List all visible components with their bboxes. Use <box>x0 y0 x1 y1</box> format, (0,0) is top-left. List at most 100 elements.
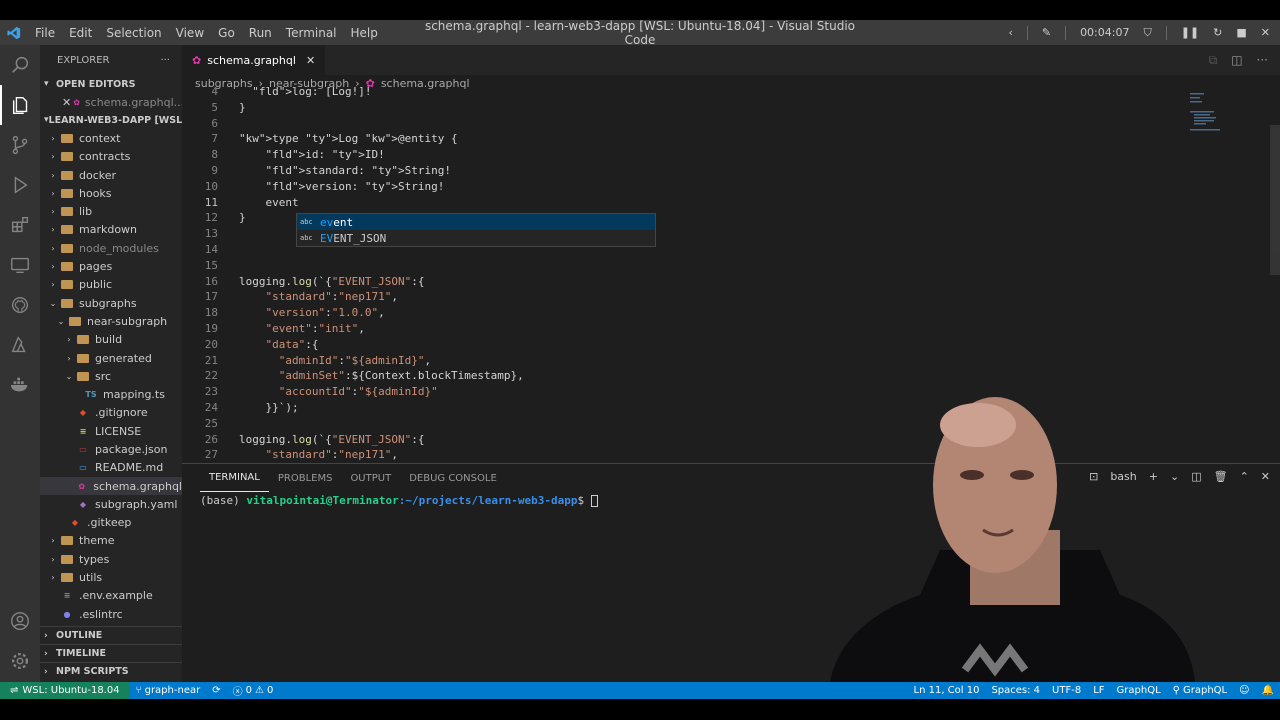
tree-item[interactable]: › build <box>40 331 182 349</box>
settings-gear-icon[interactable] <box>0 641 40 681</box>
tree-item[interactable]: › docker <box>40 166 182 184</box>
folder-shape <box>77 371 89 381</box>
vertical-scrollbar[interactable] <box>1270 125 1280 275</box>
tree-item[interactable]: ● .eslintrc <box>40 605 182 623</box>
npm-scripts-section[interactable]: › NPM SCRIPTS <box>40 662 182 680</box>
open-editors-section[interactable]: ▾ OPEN EDITORS <box>40 75 182 93</box>
suggestion-item[interactable]: abc event <box>297 214 655 230</box>
stop-icon[interactable]: ■ <box>1236 26 1246 39</box>
tree-item[interactable]: ▭ README.md <box>40 459 182 477</box>
tree-item[interactable]: › markdown <box>40 221 182 239</box>
pause-icon[interactable]: ❚❚ <box>1181 26 1199 39</box>
branch-indicator[interactable]: ⑂ graph-near <box>130 685 207 696</box>
tree-item[interactable]: › hooks <box>40 184 182 202</box>
close-panel-icon[interactable]: ✕ <box>1261 470 1270 483</box>
tree-item[interactable]: ≡ .env.example <box>40 587 182 605</box>
tree-item[interactable]: ◆ .gitignore <box>40 404 182 422</box>
extensions-icon[interactable] <box>0 205 40 245</box>
tree-item[interactable]: › types <box>40 550 182 568</box>
workspace-section[interactable]: ▾ LEARN-WEB3-DAPP [WSL: ... <box>40 111 182 129</box>
minimap[interactable] <box>1190 91 1270 151</box>
notifications-button[interactable]: 🔔 <box>1256 685 1280 696</box>
tree-item[interactable]: › theme <box>40 532 182 550</box>
suggestion-item[interactable]: abc EVENT_JSON <box>297 230 655 246</box>
language-mode[interactable]: GraphQL <box>1111 685 1167 696</box>
tree-item[interactable]: › pages <box>40 257 182 275</box>
graphql-status[interactable]: ⚲ GraphQL <box>1167 685 1233 696</box>
close-editor-icon[interactable]: ✕ <box>62 96 71 109</box>
tab-terminal[interactable]: TERMINAL <box>200 464 269 492</box>
chevron-right-icon: › <box>51 262 55 272</box>
encoding[interactable]: UTF-8 <box>1046 685 1087 696</box>
outline-section[interactable]: › OUTLINE <box>40 626 182 644</box>
indentation[interactable]: Spaces: 4 <box>985 685 1046 696</box>
tree-item[interactable]: › public <box>40 276 182 294</box>
maximize-panel-icon[interactable]: ⌃ <box>1240 470 1249 483</box>
menu-selection[interactable]: Selection <box>99 26 168 40</box>
menu-help[interactable]: Help <box>344 26 385 40</box>
menu-edit[interactable]: Edit <box>62 26 99 40</box>
tree-item[interactable]: ◆ subgraph.yaml <box>40 495 182 513</box>
docker-icon[interactable] <box>0 365 40 405</box>
tree-item-label: README.md <box>95 461 164 475</box>
problems-indicator[interactable]: ⓧ 0 ⚠ 0 <box>227 683 280 698</box>
sync-icon: ⟳ <box>212 685 221 696</box>
source-control-icon[interactable] <box>0 125 40 165</box>
tree-item-label: schema.graphql <box>93 479 182 493</box>
close-icon[interactable]: ✕ <box>1261 26 1270 39</box>
divider <box>1026 25 1028 40</box>
tree-item[interactable]: ▭ package.json <box>40 440 182 458</box>
pen-icon[interactable]: ✎ <box>1042 26 1051 39</box>
explorer-icon[interactable] <box>0 85 40 125</box>
tree-item[interactable]: ⌄ src <box>40 367 182 385</box>
tab-output[interactable]: OUTPUT <box>341 464 400 492</box>
menu-file[interactable]: File <box>28 26 62 40</box>
tree-item[interactable]: ⌄ near-subgraph <box>40 312 182 330</box>
end-of-line[interactable]: LF <box>1087 685 1110 696</box>
search-icon[interactable] <box>0 45 40 85</box>
tree-item[interactable]: › utils <box>40 568 182 586</box>
tree-item-label: public <box>79 278 113 292</box>
menu-run[interactable]: Run <box>242 26 279 40</box>
remote-indicator[interactable]: ⇌ WSL: Ubuntu-18.04 <box>0 682 130 699</box>
split-editor-icon[interactable]: ◫ <box>1231 53 1242 68</box>
account-icon[interactable] <box>0 601 40 641</box>
close-tab-icon[interactable]: ✕ <box>306 54 315 67</box>
tree-item[interactable]: › node_modules <box>40 239 182 257</box>
breadcrumb-item[interactable]: schema.graphql <box>381 77 470 90</box>
github-icon[interactable] <box>0 285 40 325</box>
azure-icon[interactable] <box>0 325 40 365</box>
tree-item[interactable]: ✿ schema.graphql <box>40 476 182 496</box>
workspace-label: LEARN-WEB3-DAPP [WSL: ... <box>48 114 182 126</box>
remote-explorer-icon[interactable] <box>0 245 40 285</box>
tree-item[interactable]: ⌄ subgraphs <box>40 294 182 312</box>
timeline-section[interactable]: › TIMELINE <box>40 644 182 662</box>
menu-terminal[interactable]: Terminal <box>279 26 344 40</box>
open-editor-item[interactable]: ✕ ✿ schema.graphql... <box>40 93 182 111</box>
tree-item[interactable]: › lib <box>40 202 182 220</box>
line-number: 16 <box>204 274 218 288</box>
tree-item[interactable]: ◆ .gitkeep <box>40 514 182 532</box>
open-changes-icon[interactable]: ⧉ <box>1209 53 1218 68</box>
menu-view[interactable]: View <box>169 26 211 40</box>
shield-icon[interactable]: ⛉ <box>1143 26 1151 40</box>
run-debug-icon[interactable] <box>0 165 40 205</box>
trash-icon[interactable]: 🗑 <box>1214 470 1228 483</box>
restart-icon[interactable]: ↻ <box>1213 26 1222 39</box>
tree-item[interactable]: TS mapping.ts <box>40 385 182 403</box>
collapse-icon[interactable]: ‹ <box>1008 26 1012 39</box>
tree-item[interactable]: ≡ LICENSE <box>40 422 182 440</box>
more-actions-icon[interactable]: ··· <box>1257 53 1268 68</box>
folder-icon <box>60 297 74 309</box>
more-actions-icon[interactable]: ··· <box>160 55 170 66</box>
tab-debug-console[interactable]: DEBUG CONSOLE <box>400 464 506 492</box>
tab-schema-graphql[interactable]: ✿ schema.graphql ✕ <box>182 45 326 75</box>
tree-item[interactable]: › generated <box>40 349 182 367</box>
tree-item[interactable]: › contracts <box>40 148 182 166</box>
tab-problems[interactable]: PROBLEMS <box>269 464 342 492</box>
cursor-position[interactable]: Ln 11, Col 10 <box>908 685 986 696</box>
menu-go[interactable]: Go <box>211 26 242 40</box>
tree-item[interactable]: › context <box>40 129 182 147</box>
feedback-button[interactable]: ☺ <box>1233 685 1255 696</box>
sync-button[interactable]: ⟳ <box>206 685 226 696</box>
